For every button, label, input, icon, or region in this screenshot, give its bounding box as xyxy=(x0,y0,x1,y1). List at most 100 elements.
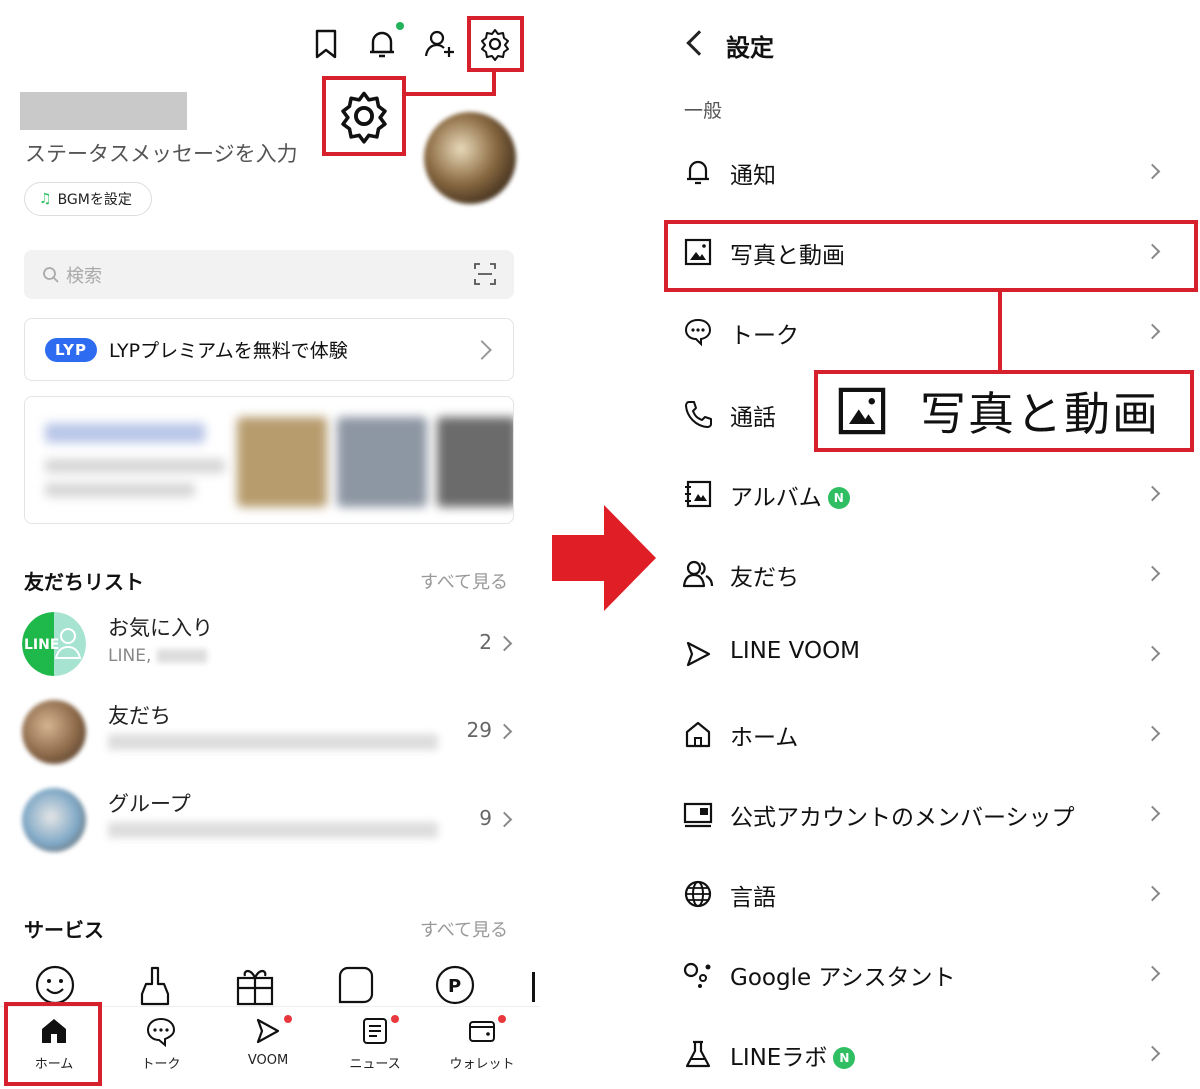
chat-bubble-icon xyxy=(684,318,712,347)
bookmark-icon[interactable] xyxy=(308,26,344,62)
groups-count: 9 xyxy=(479,806,492,830)
favorites-subtitle: LINE, xyxy=(108,646,208,666)
new-badge: N xyxy=(833,1047,856,1069)
photos-videos-zoom-callout: 写真と動画 xyxy=(814,370,1194,452)
svg-text:LINE: LINE xyxy=(24,637,59,653)
chevron-right-icon xyxy=(496,723,513,740)
groups-avatar xyxy=(22,788,86,852)
chevron-right-icon xyxy=(496,811,513,828)
service-icon-partial xyxy=(532,972,535,1002)
friends-see-all-link[interactable]: すべて見る xyxy=(420,568,508,594)
bgm-button[interactable]: ♫ BGMを設定 xyxy=(24,182,152,216)
settings-row-line-voom[interactable]: LINE VOOM xyxy=(660,618,1200,698)
chevron-right-icon xyxy=(472,340,492,360)
chevron-right-icon xyxy=(1144,163,1161,180)
settings-row-label: Google アシスタント xyxy=(730,965,956,991)
new-badge: N xyxy=(827,487,850,509)
settings-row-google-assistant[interactable]: Google アシスタント xyxy=(660,938,1200,1018)
smiley-icon[interactable] xyxy=(34,964,76,1006)
notification-dot xyxy=(396,22,404,30)
svg-text:P: P xyxy=(448,976,461,997)
highlight-connector xyxy=(406,92,496,96)
globe-icon xyxy=(684,880,712,908)
voom-icon xyxy=(256,1018,280,1044)
add-friend-icon[interactable] xyxy=(422,26,458,62)
settings-row-notifications[interactable]: 通知 xyxy=(660,136,1200,216)
chevron-right-icon xyxy=(1144,485,1161,502)
brush-icon[interactable] xyxy=(134,964,176,1006)
blurred-promo-image xyxy=(337,417,427,507)
promo-card-blurred[interactable] xyxy=(24,396,514,524)
news-icon xyxy=(363,1018,387,1044)
settings-row-line-labs[interactable]: LINEラボ N xyxy=(660,1018,1200,1089)
search-icon xyxy=(43,266,59,283)
blurred-promo-image xyxy=(237,417,327,507)
lyp-logo: LYP xyxy=(45,337,97,362)
settings-row-label: 友だち xyxy=(730,565,799,591)
blurred-promo-text xyxy=(45,459,225,473)
friends-subtitle-blurred xyxy=(108,734,438,755)
favorites-title: お気に入り xyxy=(108,616,213,640)
tab-wallet[interactable]: ウォレット xyxy=(432,1015,532,1072)
settings-row-label: ホーム xyxy=(730,725,799,751)
line-home-screen: ステータスメッセージを入力 ♫ BGMを設定 検索 LYP LYPプレミアムを無… xyxy=(0,0,540,1089)
news-badge-dot xyxy=(391,1015,399,1023)
highlight-connector xyxy=(998,290,1002,372)
lyp-banner-text: LYPプレミアムを無料で体験 xyxy=(109,340,348,362)
chevron-right-icon xyxy=(1144,805,1161,822)
settings-row-label: LINE VOOM xyxy=(730,638,861,664)
gift-icon[interactable] xyxy=(234,964,276,1006)
chevron-right-icon xyxy=(1144,565,1161,582)
settings-row-label: 通話 xyxy=(730,405,776,431)
list-item-groups[interactable]: グループ 9 xyxy=(22,788,522,854)
lyp-premium-banner[interactable]: LYP LYPプレミアムを無料で体験 xyxy=(24,318,514,381)
settings-row-album[interactable]: アルバム N xyxy=(660,458,1200,538)
back-icon[interactable] xyxy=(686,30,712,56)
rounded-square-icon[interactable] xyxy=(334,964,376,1006)
profile-name-redacted xyxy=(20,92,187,130)
settings-screen: 設定 一般 通知 写真と動画 トーク 通話 アルバム N 友だち LINE VOO… xyxy=(660,0,1200,1089)
section-general: 一般 xyxy=(684,100,723,122)
groups-title: グループ xyxy=(108,792,191,816)
settings-row-talk[interactable]: トーク xyxy=(660,296,1200,376)
bell-icon[interactable] xyxy=(364,26,400,62)
tab-voom-label: VOOM xyxy=(247,1053,289,1068)
settings-row-label: 言語 xyxy=(730,885,776,911)
points-icon[interactable]: P xyxy=(434,964,476,1006)
services-see-all-link[interactable]: すべて見る xyxy=(420,916,508,942)
settings-row-label: トーク xyxy=(730,323,799,349)
tab-wallet-label: ウォレット xyxy=(449,1057,515,1072)
friends-list-title: 友だちリスト xyxy=(24,570,144,594)
bgm-label: BGMを設定 xyxy=(57,192,132,208)
bell-icon xyxy=(687,160,709,185)
settings-row-home[interactable]: ホーム xyxy=(660,698,1200,778)
settings-row-language[interactable]: 言語 xyxy=(660,858,1200,938)
profile-avatar[interactable] xyxy=(424,112,516,204)
chevron-right-icon xyxy=(1144,1045,1161,1062)
status-message[interactable]: ステータスメッセージを入力 xyxy=(25,138,298,168)
favorites-count: 2 xyxy=(479,630,492,654)
tab-news-label: ニュース xyxy=(349,1057,401,1072)
settings-gear-zoom xyxy=(322,76,406,156)
settings-row-friends[interactable]: 友だち xyxy=(660,538,1200,618)
right-arrow-icon xyxy=(552,505,656,611)
tab-talk[interactable]: トーク xyxy=(111,1015,211,1072)
blurred-promo-image xyxy=(437,417,513,507)
list-item-friends[interactable]: 友だち 29 xyxy=(22,700,522,766)
settings-row-label: アルバム N xyxy=(730,478,850,512)
tab-voom[interactable]: VOOM xyxy=(218,1015,318,1068)
list-item-favorites[interactable]: LINE お気に入り LINE, 2 xyxy=(22,612,522,678)
blurred-promo-text xyxy=(45,483,195,497)
settings-row-membership[interactable]: 公式アカウントのメンバーシップ xyxy=(660,778,1200,858)
tab-news[interactable]: ニュース xyxy=(325,1015,425,1072)
scan-icon[interactable] xyxy=(474,263,496,285)
wallet-badge-dot xyxy=(498,1015,506,1023)
blurred-promo-text xyxy=(45,423,205,443)
voom-icon xyxy=(686,641,711,667)
settings-title: 設定 xyxy=(726,34,774,62)
chevron-right-icon xyxy=(1144,725,1161,742)
search-input[interactable]: 検索 xyxy=(24,250,514,299)
friends-count: 29 xyxy=(466,718,492,742)
album-icon xyxy=(685,480,712,508)
tab-talk-label: トーク xyxy=(141,1057,181,1072)
